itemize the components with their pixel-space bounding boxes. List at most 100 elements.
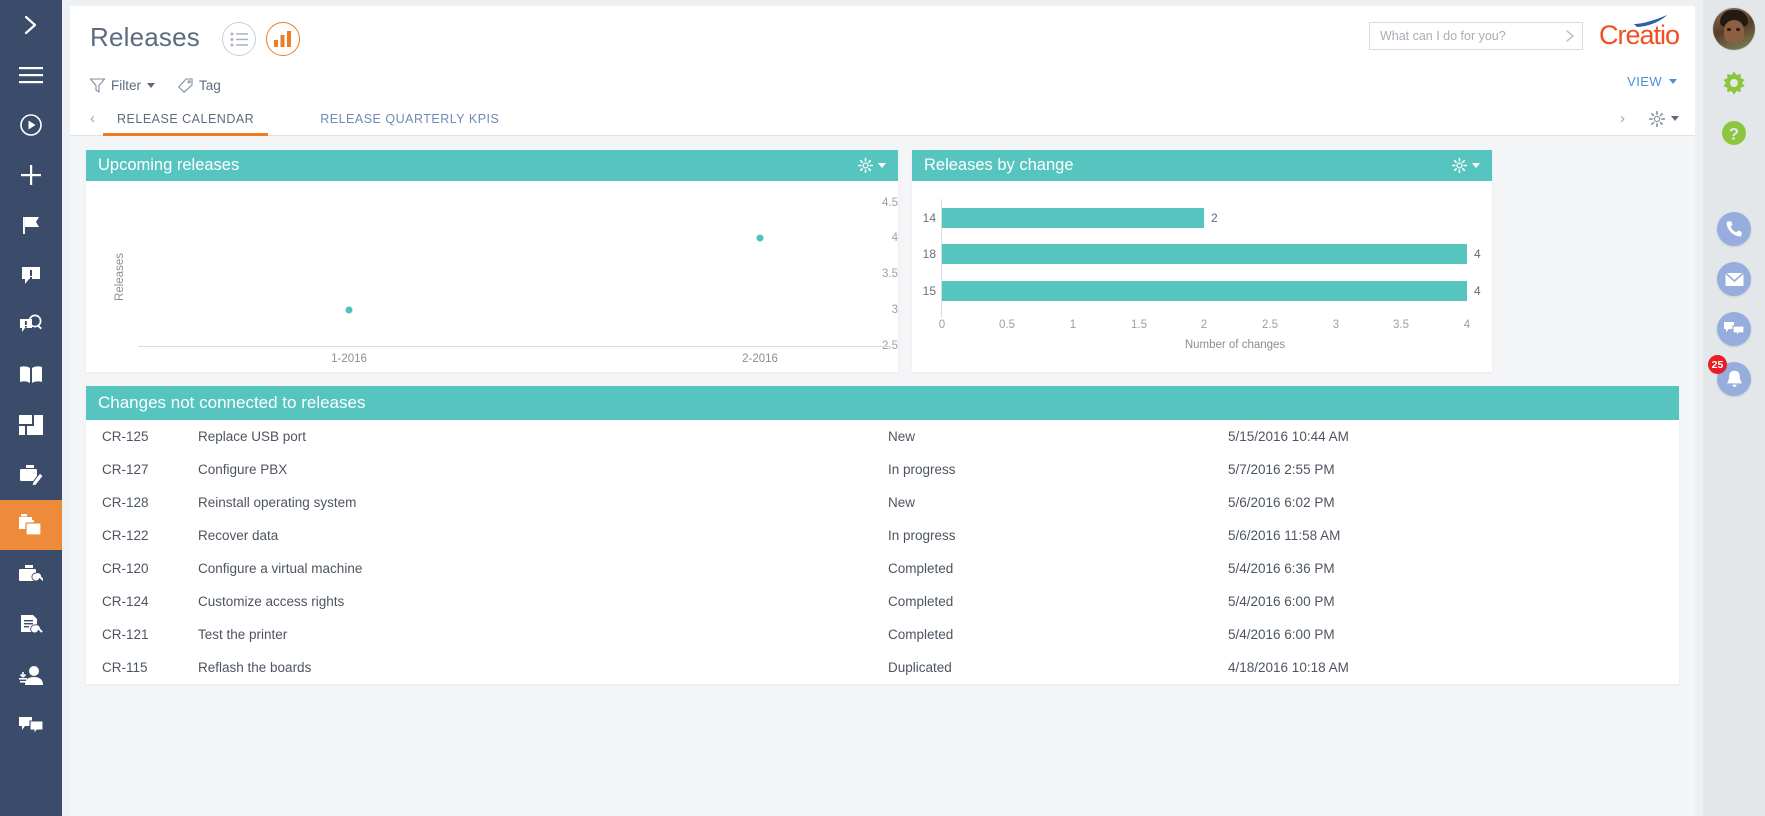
mail-icon-circle[interactable] <box>1717 262 1751 296</box>
widget-title: Changes not connected to releases <box>98 393 366 412</box>
widget-title: Releases by change <box>924 156 1074 174</box>
settings-button[interactable] <box>1714 63 1754 103</box>
chevron-down-icon[interactable] <box>147 82 155 88</box>
global-search[interactable] <box>1368 21 1583 50</box>
dashboard-settings-button[interactable] <box>1649 110 1679 127</box>
change-code-link[interactable]: CR-121 <box>86 618 198 651</box>
phone-icon-circle[interactable] <box>1717 212 1751 246</box>
change-date: 5/4/2016 6:00 PM <box>1228 627 1335 642</box>
dashboard-grid-icon <box>19 415 43 435</box>
change-date: 5/7/2016 2:55 PM <box>1228 462 1335 477</box>
change-code-link[interactable]: CR-122 <box>86 519 198 552</box>
funnel-icon <box>90 77 105 93</box>
notifications-button[interactable]: 25 <box>1708 355 1754 399</box>
table-row[interactable]: CR-128 Reinstall operating system New 5/… <box>86 486 1679 519</box>
configuration-button[interactable] <box>0 600 62 650</box>
chevron-down-icon[interactable] <box>1671 116 1679 121</box>
change-code-link[interactable]: CR-124 <box>86 585 198 618</box>
table-row[interactable]: CR-122 Recover data In progress 5/6/2016… <box>86 519 1679 552</box>
view-menu-button[interactable]: VIEW <box>1627 74 1677 89</box>
dashboards-button[interactable] <box>0 400 62 450</box>
search-alerts-button[interactable] <box>0 300 62 350</box>
x-tick-label: 3 <box>1332 319 1340 331</box>
change-date: 5/4/2016 6:36 PM <box>1228 561 1335 576</box>
change-status: Completed <box>888 561 954 576</box>
chevron-down-icon[interactable] <box>1669 79 1677 84</box>
change-title: Reinstall operating system <box>198 495 357 510</box>
list-view-toggle[interactable] <box>222 22 256 56</box>
help-button[interactable]: ? <box>1714 113 1754 153</box>
search-input[interactable] <box>1379 28 1564 43</box>
expand-menu-button[interactable] <box>0 0 62 50</box>
table-row[interactable]: CR-120 Configure a virtual machine Compl… <box>86 552 1679 585</box>
flag-button[interactable] <box>0 200 62 250</box>
data-point <box>345 306 353 314</box>
tag-button[interactable]: Tag <box>177 78 221 93</box>
main-menu-button[interactable] <box>0 50 62 100</box>
left-navigation-rail <box>0 0 62 816</box>
agent-desktop-button[interactable] <box>0 650 62 700</box>
change-code-link[interactable]: CR-120 <box>86 552 198 585</box>
widget-settings-button[interactable] <box>1452 158 1480 173</box>
change-date: 4/18/2016 10:18 AM <box>1228 660 1349 675</box>
tabs-prev-arrow[interactable]: ‹ <box>82 111 103 126</box>
call-button[interactable] <box>1714 209 1754 249</box>
tab-release-calendar[interactable]: RELEASE CALENDAR <box>103 102 269 136</box>
sidebar-item-releases[interactable] <box>0 500 62 550</box>
y-tick-label: 3.5 <box>882 268 898 280</box>
bar-category-label: 18 <box>922 247 936 261</box>
table-row[interactable]: CR-115 Reflash the boards Duplicated 4/1… <box>86 651 1679 684</box>
change-code-link[interactable]: CR-115 <box>86 651 198 684</box>
feed-button[interactable] <box>0 700 62 750</box>
bar-category-label: 14 <box>922 211 936 225</box>
change-status: New <box>888 495 916 510</box>
table-row[interactable]: CR-124 Customize access rights Completed… <box>86 585 1679 618</box>
change-status: New <box>888 429 916 444</box>
chevron-down-icon[interactable] <box>878 163 886 168</box>
logo-swoosh-icon <box>1634 15 1667 27</box>
knowledge-book-icon <box>20 366 42 383</box>
avatar[interactable] <box>1713 8 1755 50</box>
right-utility-rail: ? 25 <box>1703 0 1765 816</box>
x-tick-label: 1.5 <box>1131 319 1147 331</box>
chevron-right-icon[interactable] <box>1564 29 1576 43</box>
page-header: Releases What can I do for you? Creatio <box>70 6 1695 68</box>
email-button[interactable] <box>1714 259 1754 299</box>
widget-title: Upcoming releases <box>98 156 240 174</box>
chat-icon-circle[interactable] <box>1717 312 1751 346</box>
table-row[interactable]: CR-121 Test the printer Completed 5/4/20… <box>86 618 1679 651</box>
change-code-link[interactable]: CR-127 <box>86 453 198 486</box>
bar <box>942 281 1467 301</box>
knowledge-base-button[interactable] <box>0 350 62 400</box>
chevron-down-icon[interactable] <box>1472 163 1480 168</box>
x-tick-label: 0 <box>938 319 946 331</box>
change-code-link[interactable]: CR-128 <box>86 486 198 519</box>
run-process-button[interactable] <box>0 100 62 150</box>
widget-header: Changes not connected to releases <box>86 386 1679 420</box>
tabs-next-arrow[interactable]: › <box>1612 111 1633 126</box>
tab-release-quarterly-kpis[interactable]: RELEASE QUARTERLY KPIS <box>306 102 513 136</box>
table-row[interactable]: CR-127 Configure PBX In progress 5/7/201… <box>86 453 1679 486</box>
chart-view-toggle[interactable] <box>266 22 300 56</box>
y-tick-label: 4 <box>891 232 898 244</box>
play-circle-icon <box>20 114 42 136</box>
y-axis-title: Releases <box>113 252 126 301</box>
main-column: Releases What can I do for you? Creatio … <box>62 0 1703 816</box>
filter-button[interactable]: Filter <box>90 78 155 93</box>
bell-icon-circle[interactable]: 25 <box>1708 355 1751 396</box>
alerts-button[interactable] <box>0 250 62 300</box>
table-row[interactable]: CR-125 Replace USB port New 5/15/2016 10… <box>86 420 1679 453</box>
change-code-link[interactable]: CR-125 <box>86 420 198 453</box>
services-button[interactable] <box>0 550 62 600</box>
cases-edit-button[interactable] <box>0 450 62 500</box>
widget-settings-button[interactable] <box>858 158 886 173</box>
chat-bubbles-icon <box>19 717 43 735</box>
case-pencil-icon <box>20 465 43 486</box>
change-title: Recover data <box>198 528 279 543</box>
add-record-button[interactable] <box>0 150 62 200</box>
view-mode-toggle-group <box>222 22 300 56</box>
data-point <box>756 234 764 242</box>
scatter-plot-area: Releases 4.5 4 3.5 3 2.5 1-2016 2-2016 <box>86 181 898 372</box>
chat-button[interactable] <box>1714 309 1754 349</box>
widget-changes-not-connected: Changes not connected to releases CR-125… <box>86 386 1679 684</box>
